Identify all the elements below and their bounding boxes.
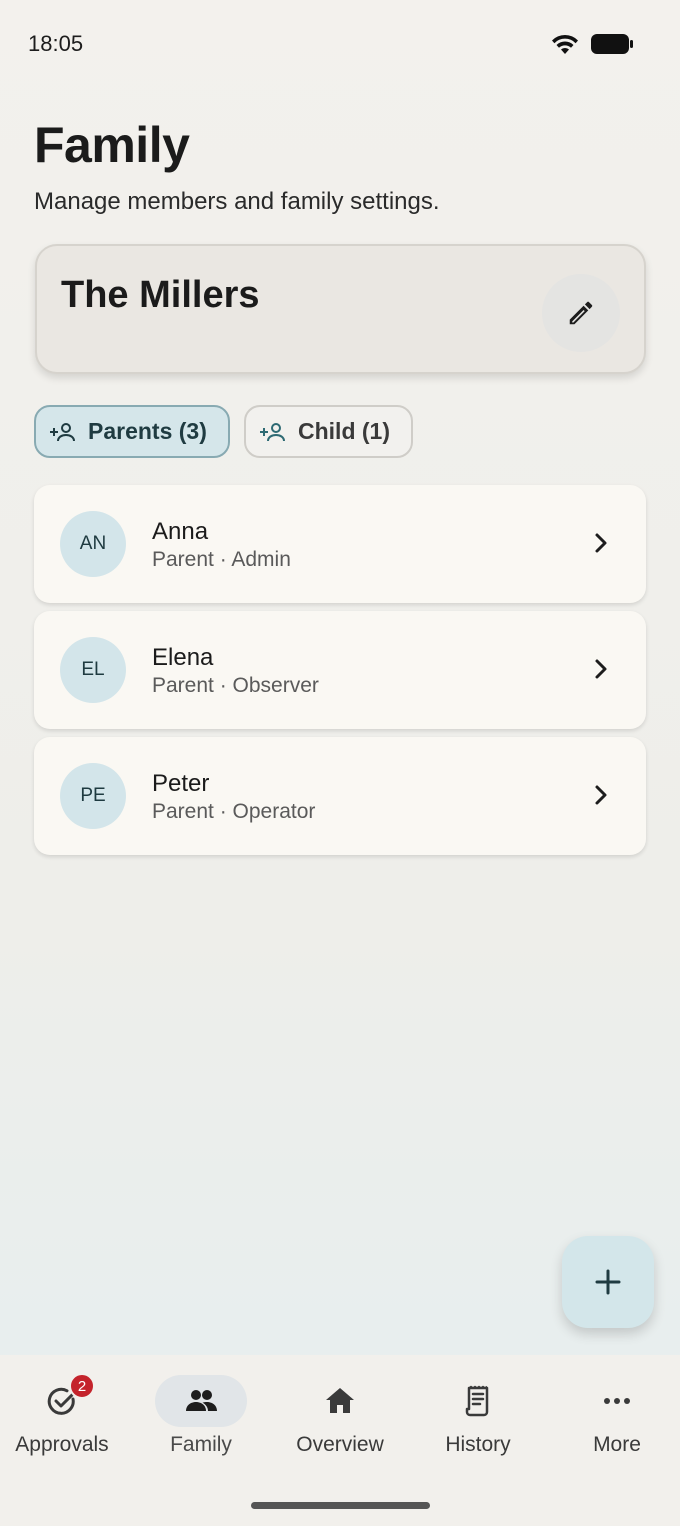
nav-icon-wrap: 2 xyxy=(16,1373,108,1427)
home-icon xyxy=(326,1388,354,1413)
member-card-elena[interactable]: EL Elena Parent · Observer xyxy=(34,611,646,729)
family-name: The Millers xyxy=(61,274,260,316)
battery-icon xyxy=(591,34,633,54)
nav-item-family[interactable]: Family xyxy=(133,1375,269,1475)
nav-item-approvals[interactable]: 2 Approvals xyxy=(0,1373,130,1475)
add-person-icon xyxy=(50,422,75,441)
pencil-icon xyxy=(569,301,593,325)
status-icons xyxy=(550,32,634,56)
avatar: PE xyxy=(60,763,126,829)
nav-icon-wrap xyxy=(571,1375,663,1427)
nav-label: Family xyxy=(170,1433,232,1456)
filter-chip-label: Child (1) xyxy=(298,418,390,444)
nav-label: History xyxy=(445,1433,511,1456)
nav-label: More xyxy=(593,1433,641,1456)
filter-chip-child[interactable]: Child (1) xyxy=(244,405,413,458)
avatar: AN xyxy=(60,511,126,577)
member-role: Parent · Observer xyxy=(152,674,319,697)
filter-chip-parents[interactable]: Parents (3) xyxy=(34,405,230,458)
member-role: Parent · Admin xyxy=(152,548,291,571)
bottom-nav: 2 Approvals Family Overview History More xyxy=(0,1355,680,1526)
family-card: The Millers xyxy=(35,244,646,374)
filter-chip-label: Parents (3) xyxy=(88,418,207,444)
member-name: Elena xyxy=(152,644,214,671)
notification-badge: 2 xyxy=(69,1373,95,1399)
status-bar: 18:05 xyxy=(0,0,680,88)
nav-icon-wrap xyxy=(294,1375,386,1427)
nav-label: Overview xyxy=(296,1433,384,1456)
home-indicator xyxy=(251,1502,430,1509)
status-time: 18:05 xyxy=(28,31,84,56)
chevron-right-icon xyxy=(595,785,607,805)
member-name: Peter xyxy=(152,770,210,797)
member-card-peter[interactable]: PE Peter Parent · Operator xyxy=(34,737,646,855)
member-card-anna[interactable]: AN Anna Parent · Admin xyxy=(34,485,646,603)
chevron-right-icon xyxy=(595,659,607,679)
nav-icon-wrap xyxy=(155,1375,247,1427)
page-title: Family xyxy=(34,117,190,173)
wifi-icon xyxy=(552,34,578,54)
plus-icon xyxy=(595,1269,621,1295)
more-icon xyxy=(604,1398,630,1404)
receipt-icon xyxy=(465,1385,489,1417)
avatar: EL xyxy=(60,637,126,703)
nav-item-overview[interactable]: Overview xyxy=(272,1375,408,1475)
nav-label: Approvals xyxy=(15,1433,109,1456)
member-role: Parent · Operator xyxy=(152,800,316,823)
family-icon xyxy=(186,1390,217,1411)
chevron-right-icon xyxy=(595,533,607,553)
add-person-icon xyxy=(260,422,285,441)
add-member-button[interactable] xyxy=(562,1236,654,1328)
nav-icon-wrap xyxy=(432,1375,524,1427)
edit-family-button[interactable] xyxy=(542,274,620,352)
member-name: Anna xyxy=(152,518,209,545)
nav-item-more[interactable]: More xyxy=(549,1375,680,1475)
nav-item-history[interactable]: History xyxy=(410,1375,546,1475)
page-subtitle: Manage members and family settings. xyxy=(34,188,440,215)
